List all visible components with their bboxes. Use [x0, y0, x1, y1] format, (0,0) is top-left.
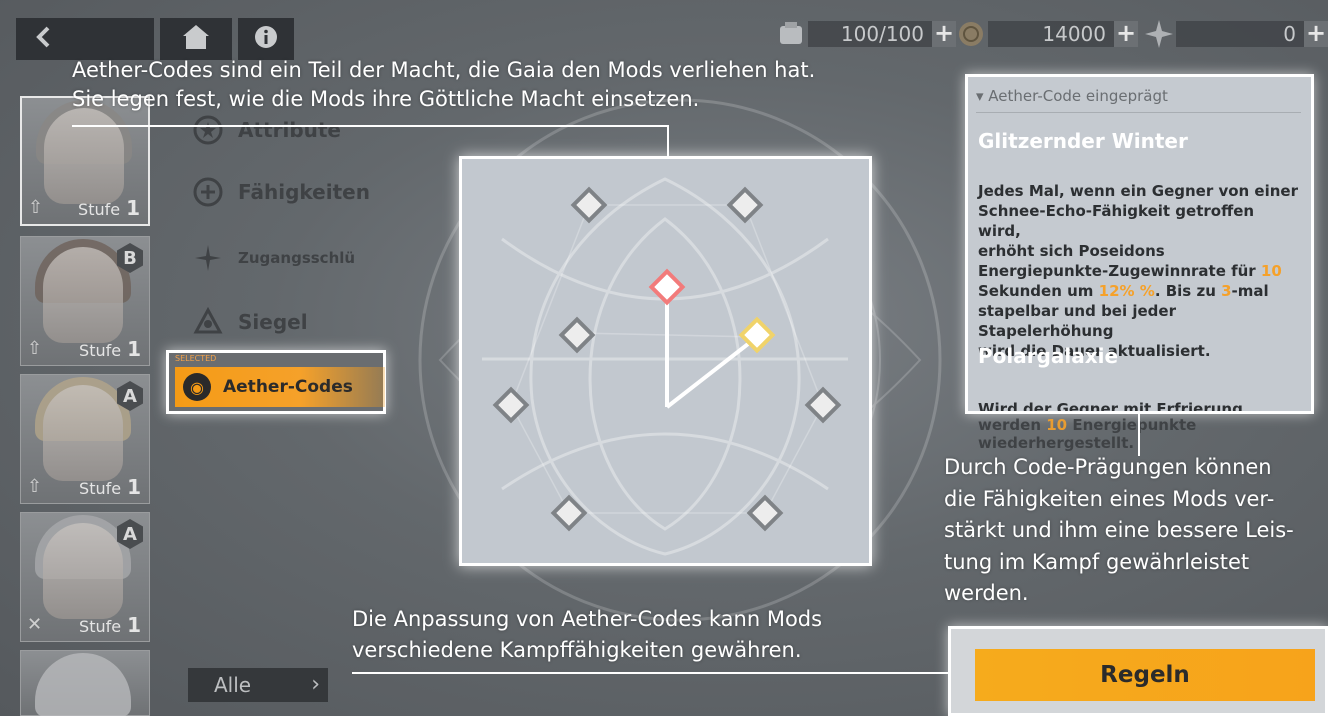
character-face — [43, 247, 123, 343]
home-icon — [181, 23, 211, 55]
board-graphic — [482, 177, 848, 556]
character-level: Stufe 1 — [78, 196, 140, 220]
code-desc-1: Jedes Mal, wenn ein Gegner von einer Sch… — [978, 182, 1298, 360]
panel-header[interactable]: ▾ Aether-Code eingeprägt — [976, 83, 1301, 113]
coin-resource: 14000 + — [954, 18, 1138, 50]
level-up-icon: ⇧ — [28, 197, 44, 218]
crystal-icon — [1142, 18, 1176, 50]
selected-tag: SELECTED — [175, 354, 217, 363]
menu-attribute-label: Attribute — [238, 118, 341, 142]
code-node[interactable] — [804, 386, 842, 424]
star-icon — [192, 114, 224, 146]
tip-bottom-line2: verschiedene Kampffähigkeiten gewähren. — [352, 638, 802, 662]
clock-hand-short — [665, 335, 759, 409]
menu-faehigkeiten[interactable]: Fähigkeiten — [192, 176, 370, 208]
add-crystal-button[interactable]: + — [1304, 21, 1328, 47]
crystal-value: 0 — [1176, 21, 1304, 47]
tip-bottom-underline — [352, 672, 950, 674]
menu-zugang-label: Zugangsschlü — [238, 249, 356, 267]
coin-icon — [954, 18, 988, 50]
tip-top-connector — [667, 125, 669, 157]
code-desc-2-overflow: . werden 10 Energiepunkte wiederhergeste… — [978, 416, 1197, 452]
tip-top: Aether-Codes sind ein Teil der Macht, di… — [72, 56, 815, 114]
character-portrait — [35, 653, 131, 716]
chevron-left-icon — [34, 26, 54, 52]
code-node[interactable] — [726, 186, 764, 224]
aether-code-icon: ◉ — [183, 373, 211, 401]
coin-value: 14000 — [988, 21, 1114, 47]
character-card-1[interactable]: ⇧ Stufe 1 — [20, 96, 150, 226]
tip-top-underline — [72, 125, 669, 127]
energy-icon — [774, 18, 808, 50]
level-up-icon: ⇧ — [27, 476, 43, 497]
home-button[interactable] — [160, 18, 232, 60]
seal-icon — [192, 306, 224, 338]
energy-resource: 100/100 + — [774, 18, 956, 50]
character-level: Stufe 1 — [79, 475, 141, 499]
character-card-2[interactable]: B ⇧ Stufe 1 — [20, 236, 150, 366]
chevron-right-icon: › — [311, 672, 320, 697]
level-up-icon: ✕ — [27, 614, 43, 635]
character-card-5[interactable] — [20, 650, 150, 716]
character-face — [44, 108, 124, 204]
key-icon — [192, 242, 224, 274]
level-up-icon: ⇧ — [27, 338, 43, 359]
tip-right-connector — [1138, 414, 1140, 456]
aether-code-board — [459, 156, 872, 566]
info-icon — [253, 24, 279, 54]
menu-attribute[interactable]: Attribute — [192, 114, 341, 146]
imprinted-code-panel: ▾ Aether-Code eingeprägt Glitzernder Win… — [965, 74, 1314, 414]
menu-siegel[interactable]: Siegel — [192, 306, 308, 338]
tip-top-line2: Sie legen fest, wie die Mods ihre Göttli… — [72, 87, 700, 111]
code-node[interactable] — [570, 186, 608, 224]
plus-circle-icon — [192, 176, 224, 208]
filter-alle-button[interactable]: Alle › — [188, 668, 328, 702]
code-node[interactable] — [558, 316, 596, 354]
code-title-2: Polargalaxie — [978, 344, 1119, 368]
menu-faehigkeiten-label: Fähigkeiten — [238, 180, 370, 204]
tip-right: Durch Code-Prägungen können die Fähigkei… — [944, 455, 1294, 605]
code-node[interactable] — [746, 494, 784, 532]
menu-aether-codes[interactable]: SELECTED ◉ Aether-Codes — [166, 350, 386, 414]
menu-aether-label: Aether-Codes — [223, 377, 353, 397]
add-coin-button[interactable]: + — [1114, 21, 1138, 47]
character-card-3[interactable]: A ⇧ Stufe 1 — [20, 374, 150, 504]
character-face — [43, 385, 123, 481]
info-button[interactable] — [238, 18, 294, 60]
character-level: Stufe 1 — [79, 613, 141, 637]
add-energy-button[interactable]: + — [932, 21, 956, 47]
aether-codes-tab-bar: ◉ Aether-Codes — [175, 367, 385, 407]
tip-bottom-line1: Die Anpassung von Aether-Codes kann Mods — [352, 607, 823, 631]
rules-button-frame: Regeln — [948, 626, 1328, 716]
crystal-resource: 0 + — [1142, 18, 1328, 50]
menu-siegel-label: Siegel — [238, 310, 308, 334]
code-title-1: Glitzernder Winter — [978, 129, 1188, 153]
menu-zugangsschluessel[interactable]: Zugangsschlü — [192, 242, 355, 274]
filter-label: Alle — [214, 673, 252, 697]
energy-value: 100/100 — [808, 21, 932, 47]
character-card-4[interactable]: A ✕ Stufe 1 — [20, 512, 150, 642]
character-level: Stufe 1 — [79, 337, 141, 361]
code-node[interactable] — [492, 386, 530, 424]
tip-top-line1: Aether-Codes sind ein Teil der Macht, di… — [72, 58, 816, 82]
rules-button[interactable]: Regeln — [975, 649, 1315, 701]
back-button[interactable] — [16, 18, 154, 60]
character-face — [43, 523, 123, 619]
tip-bottom: Die Anpassung von Aether-Codes kann Mods… — [352, 604, 822, 666]
